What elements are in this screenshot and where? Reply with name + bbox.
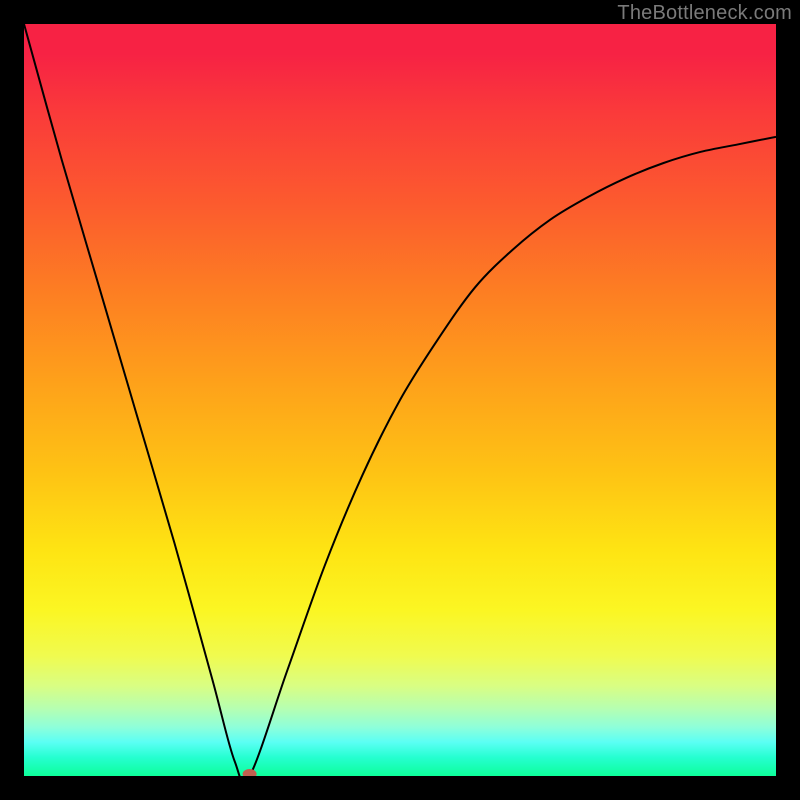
- chart-frame: TheBottleneck.com: [0, 0, 800, 800]
- plot-area: [24, 24, 776, 776]
- bottleneck-curve: [24, 24, 776, 776]
- watermark: TheBottleneck.com: [617, 2, 792, 25]
- curve-path: [24, 24, 776, 776]
- optimal-marker: [243, 769, 257, 776]
